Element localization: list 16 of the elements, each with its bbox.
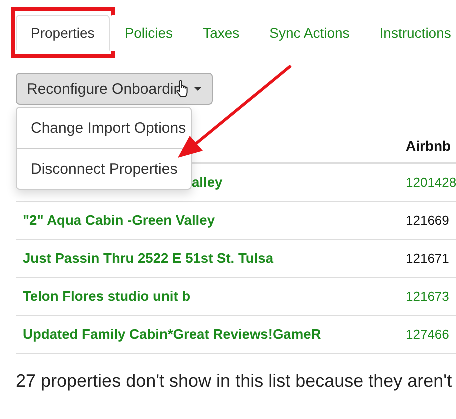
listing-id: 121671: [406, 250, 450, 266]
listing-id-link[interactable]: 121673: [406, 288, 450, 304]
caret-icon: [194, 87, 202, 91]
tab[interactable]: Policies: [110, 15, 188, 51]
listing-id-link[interactable]: 1201428: [406, 174, 456, 190]
property-name-link[interactable]: "2" Aqua Cabin -Green Valley: [16, 212, 215, 228]
menu-item[interactable]: Change Import Options: [17, 108, 191, 148]
property-name-link[interactable]: Just Passin Thru 2522 E 51st St. Tulsa: [16, 250, 274, 266]
property-name-link[interactable]: Updated Family Cabin*Great Reviews!GameR: [16, 326, 322, 342]
property-name-link[interactable]: Telon Flores studio unit b: [16, 288, 191, 304]
tab[interactable]: Properties: [16, 15, 110, 51]
footer-note: 27 properties don't show in this list because they aren't: [16, 371, 454, 392]
listing-id: 121669: [406, 212, 450, 228]
column-header: Airbnb: [406, 138, 452, 154]
dropdown-button[interactable]: Reconfigure Onboardin: [16, 73, 214, 105]
listing-id-link[interactable]: 127466: [406, 326, 450, 342]
